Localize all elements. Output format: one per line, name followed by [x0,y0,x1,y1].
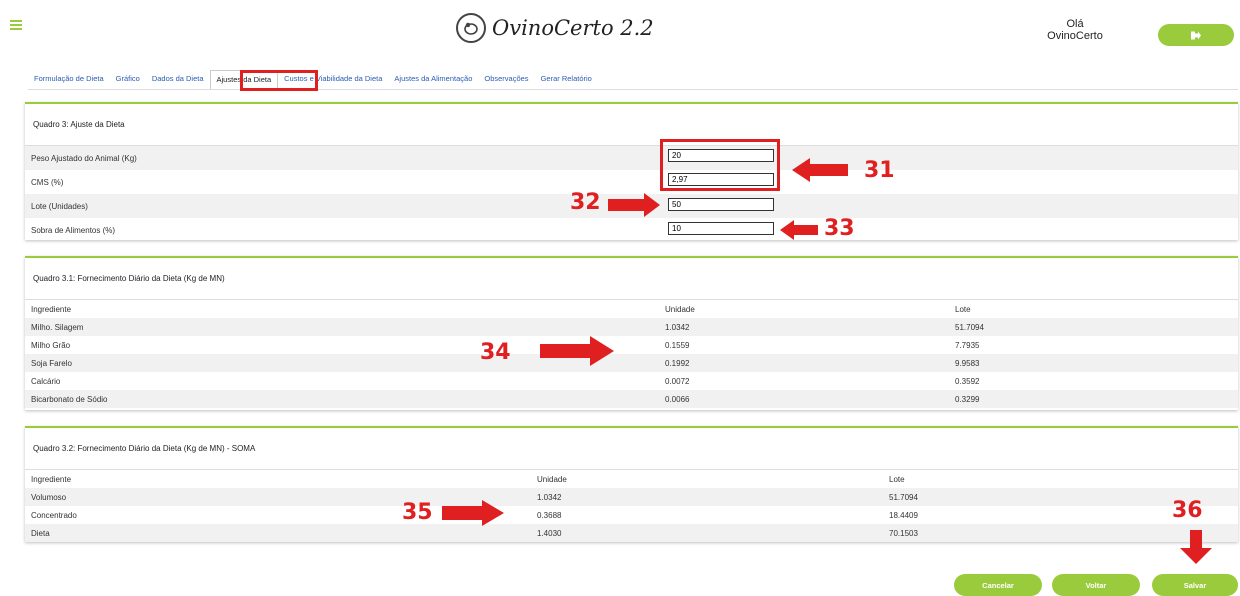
arrow-32-icon [608,193,660,217]
header-unidade: Unidade [537,474,567,484]
app-title: OvinoCerto 2.2 [492,16,654,40]
tab-grafico[interactable]: Gráfico [110,70,146,90]
annotation-31: 31 [864,158,895,183]
arrow-35-icon [442,500,504,526]
quadro-3-1-title: Quadro 3.1: Fornecimento Diário da Dieta… [25,258,1238,300]
quadro-3-panel: Quadro 3: Ajuste da Dieta Peso Ajustado … [25,102,1238,240]
active-tab-highlight [240,70,318,91]
row-label: Lote (Unidades) [31,201,88,211]
cell-unidade: 1.4030 [537,528,562,538]
cancel-button[interactable]: Cancelar [954,574,1042,596]
arrow-33-icon [780,220,818,240]
cell-lote: 0.3592 [955,376,980,386]
table-header-row: Ingrediente Unidade Lote [25,300,1238,318]
tab-dados-dieta[interactable]: Dados da Dieta [146,70,210,90]
tab-divider [28,89,1238,90]
brand: OvinoCerto 2.2 [456,12,654,44]
arrow-34-icon [540,336,614,366]
quadro-3-title: Quadro 3: Ajuste da Dieta [25,104,1238,146]
table-row: Dieta 1.4030 70.1503 [25,524,1238,542]
tab-observacoes[interactable]: Observações [478,70,534,90]
header-ingrediente: Ingrediente [31,304,72,314]
ajuste-row: Sobra de Alimentos (%) [25,218,1238,242]
menu-icon[interactable] [10,20,22,30]
quadro-3-2-panel: Quadro 3.2: Fornecimento Diário da Dieta… [25,426,1238,542]
cell-lote: 18.4409 [889,510,918,520]
quadro-3-2-title: Quadro 3.2: Fornecimento Diário da Dieta… [25,428,1238,470]
row-label: Sobra de Alimentos (%) [31,225,116,235]
tab-formulacao[interactable]: Formulação de Dieta [28,70,110,90]
greeting-line-1: Olá [1066,18,1084,30]
quadro-3-1-panel: Quadro 3.1: Fornecimento Diário da Dieta… [25,256,1238,410]
annotation-34: 34 [480,340,511,365]
annotation-33: 33 [824,216,855,241]
cell-lote: 7.7935 [955,340,980,350]
user-greeting: Olá OvinoCerto [1030,18,1120,42]
sheep-logo-icon [456,13,486,43]
ajuste-row: CMS (%) [25,170,1238,194]
cell-unidade: 0.1559 [665,340,690,350]
logout-icon [1191,31,1201,39]
top-bar: OvinoCerto 2.2 Olá OvinoCerto [0,0,1240,60]
cell-unidade: 0.0066 [665,394,690,404]
greeting-line-2: OvinoCerto [1047,30,1103,42]
table-row: Milho Grão 0.1559 7.7935 [25,336,1238,354]
annotation-35: 35 [402,500,433,525]
ajuste-row: Peso Ajustado do Animal (Kg) [25,146,1238,170]
tab-gerar-relatorio[interactable]: Gerar Relatório [535,70,598,90]
header-lote: Lote [955,304,971,314]
cell-unidade: 1.0342 [665,322,690,332]
table-row: Volumoso 1.0342 51.7094 [25,488,1238,506]
save-button[interactable]: Salvar [1152,574,1238,596]
cell-lote: 0.3299 [955,394,980,404]
tab-ajustes-alimentacao[interactable]: Ajustes da Alimentação [388,70,478,90]
table-row: Bicarbonato de Sódio 0.0066 0.3299 [25,390,1238,408]
annotation-32: 32 [570,190,601,215]
cell-unidade: 0.3688 [537,510,562,520]
cell-unidade: 0.0072 [665,376,690,386]
header-lote: Lote [889,474,905,484]
cell-ingrediente: Bicarbonato de Sódio [31,394,108,404]
logout-button[interactable] [1158,24,1234,46]
table-row: Calcário 0.0072 0.3592 [25,372,1238,390]
lote-input[interactable] [668,198,774,211]
cell-lote: 51.7094 [955,322,984,332]
row-label: Peso Ajustado do Animal (Kg) [31,153,137,163]
cell-unidade: 0.1992 [665,358,690,368]
cell-lote: 9.9583 [955,358,980,368]
arrow-31-icon [792,158,848,182]
cell-ingrediente: Calcário [31,376,61,386]
row-label: CMS (%) [31,177,64,187]
annotation-36: 36 [1172,498,1203,523]
back-button[interactable]: Voltar [1052,574,1140,596]
arrow-36-icon [1180,530,1212,564]
sobra-alimentos-input[interactable] [668,222,774,235]
table-row: Milho. Silagem 1.0342 51.7094 [25,318,1238,336]
cell-ingrediente: Milho. Silagem [31,322,84,332]
header-ingrediente: Ingrediente [31,474,72,484]
table-row: Soja Farelo 0.1992 9.9583 [25,354,1238,372]
cell-lote: 70.1503 [889,528,918,538]
cell-lote: 51.7094 [889,492,918,502]
cell-ingrediente: Dieta [31,528,50,538]
cell-unidade: 1.0342 [537,492,562,502]
table-header-row: Ingrediente Unidade Lote [25,470,1238,488]
table-row: Concentrado 0.3688 18.4409 [25,506,1238,524]
inputs-highlight-box [660,139,780,191]
header-unidade: Unidade [665,304,695,314]
